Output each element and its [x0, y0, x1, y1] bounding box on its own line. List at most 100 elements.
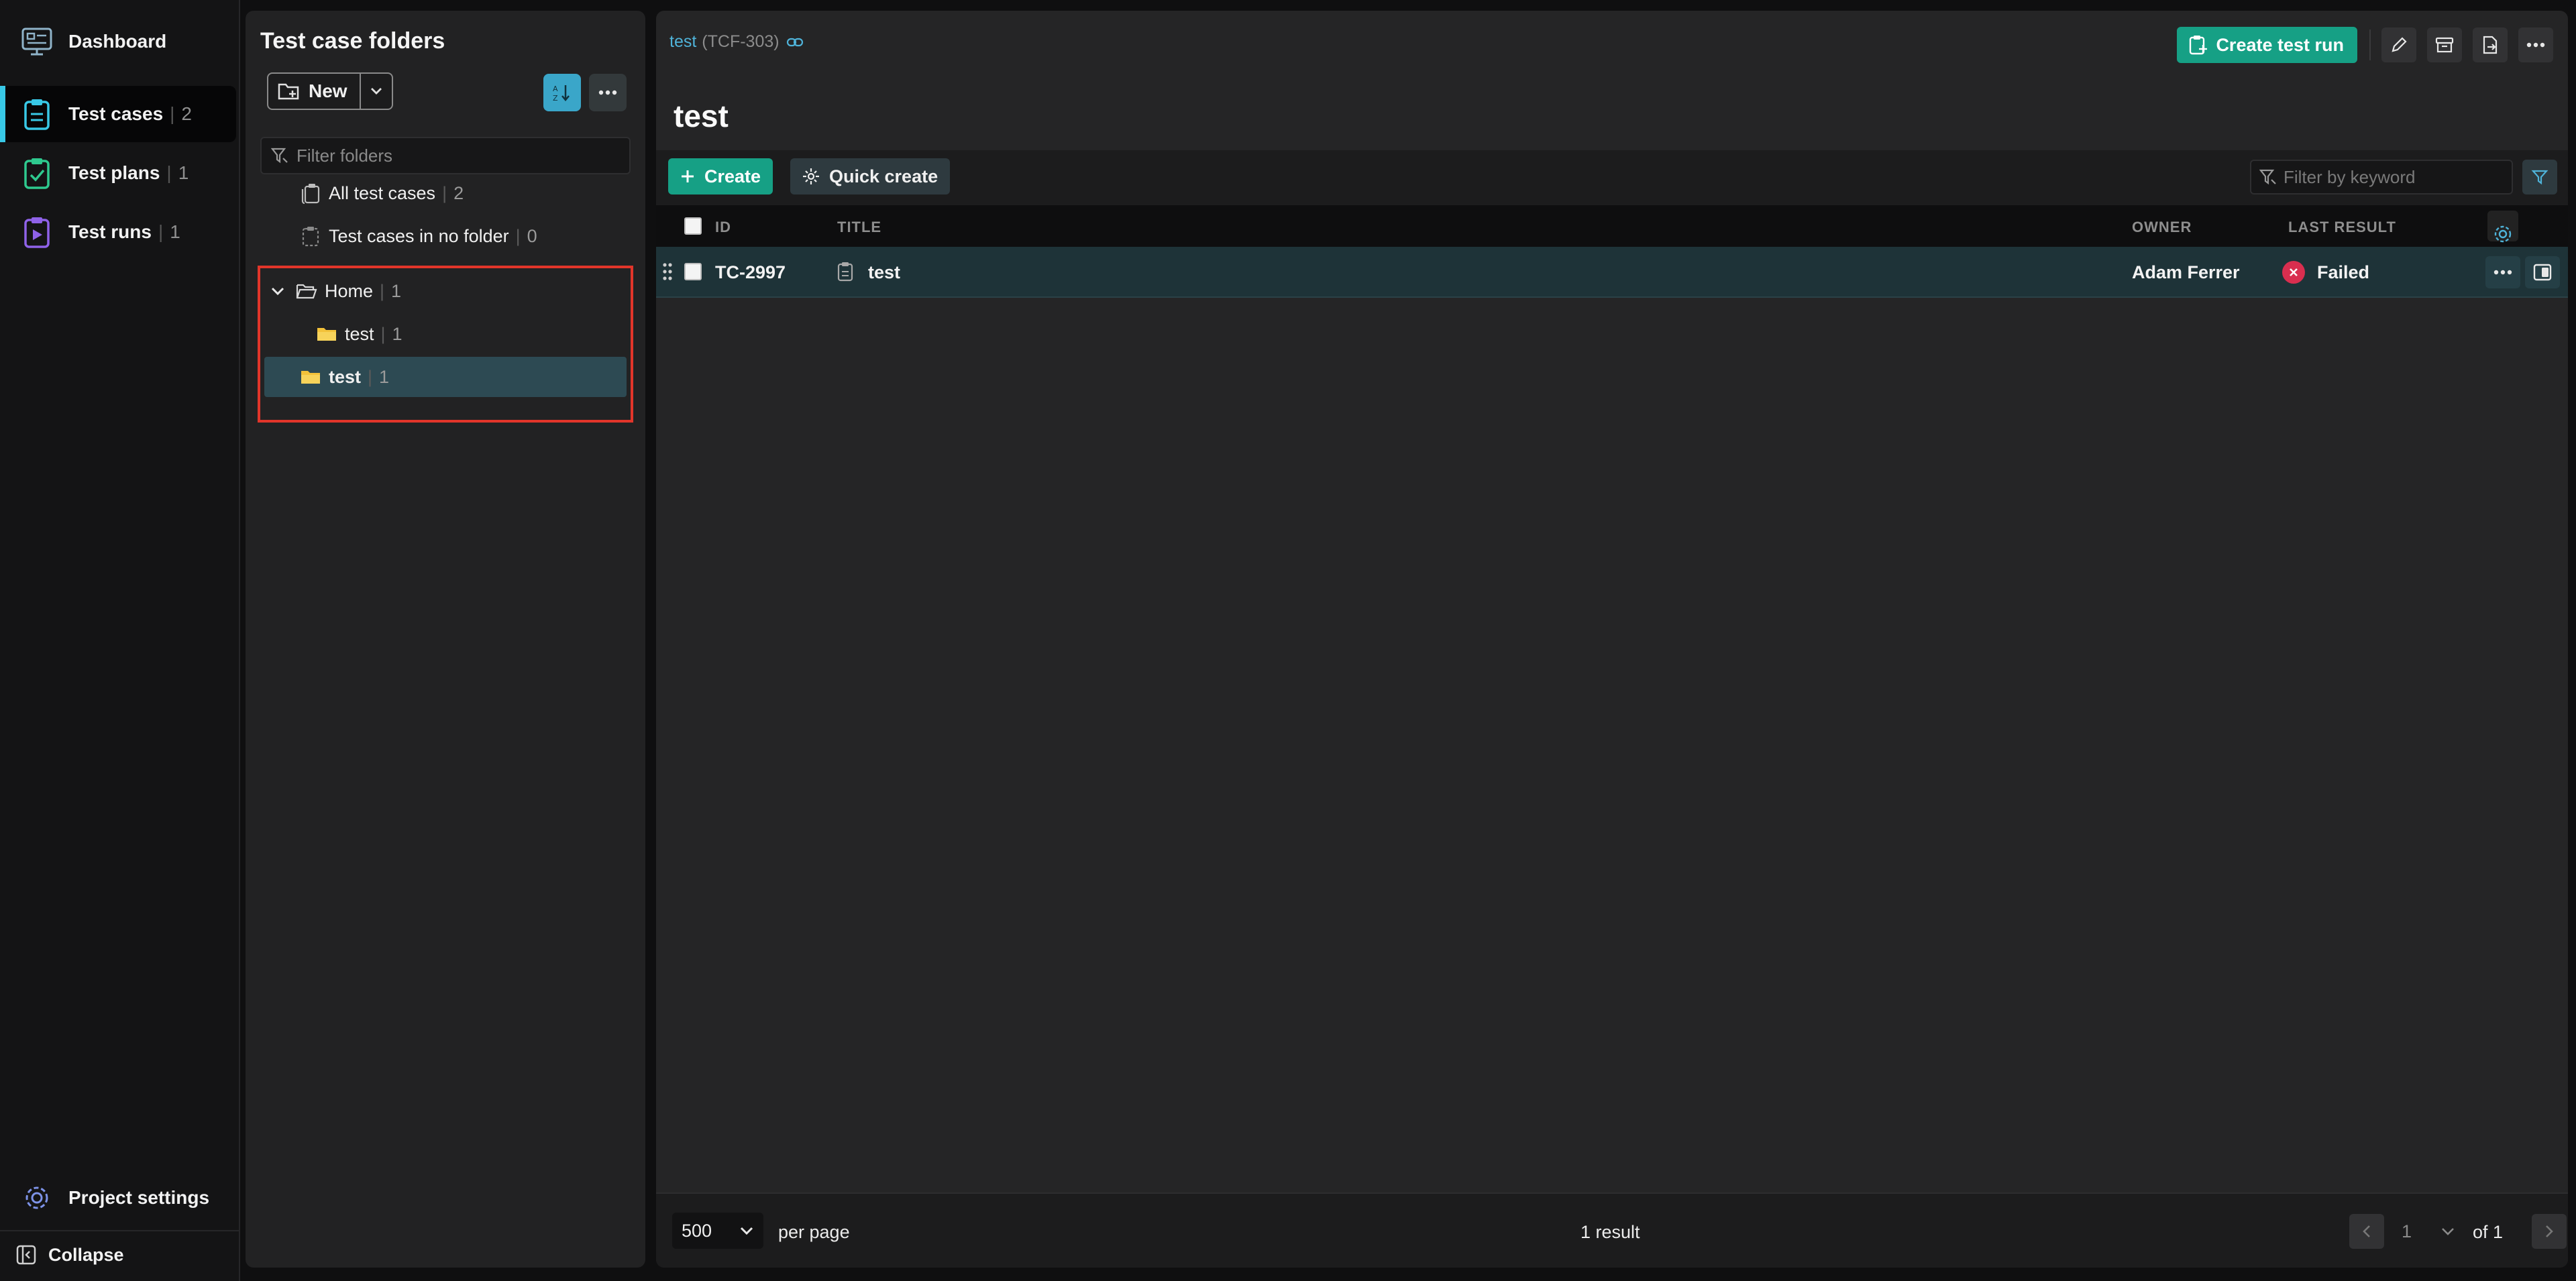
- row-more-button[interactable]: [2485, 256, 2520, 288]
- stack-icon: [299, 182, 322, 205]
- table-row[interactable]: TC-2997 test Adam Ferrer Failed: [656, 247, 2568, 298]
- collapse-button[interactable]: Collapse: [0, 1229, 236, 1281]
- folder-plus-icon: [278, 82, 301, 101]
- archive-folder-button[interactable]: [2427, 27, 2462, 62]
- highlight-box: [258, 266, 633, 423]
- sort-icon: AZ: [552, 82, 572, 103]
- create-test-case-button[interactable]: Create: [668, 158, 773, 194]
- open-side-panel-button[interactable]: [2525, 256, 2560, 288]
- chevron-down-icon: [370, 87, 383, 96]
- select-all-checkbox[interactable]: [684, 217, 702, 235]
- per-page-label: per page: [778, 1222, 850, 1242]
- nav-project-settings[interactable]: Project settings: [0, 1170, 236, 1226]
- new-folder-dropdown[interactable]: [361, 74, 392, 109]
- table-header: ID TITLE OWNER LAST RESULT: [656, 205, 2568, 247]
- clipboard-icon: [837, 262, 853, 282]
- nav-dashboard-label: Dashboard: [68, 31, 167, 52]
- page-number: 1: [2402, 1221, 2412, 1241]
- nav-test-plans-label: Test plans: [68, 162, 160, 183]
- link-icon[interactable]: [786, 36, 804, 49]
- filter-folders-field: [260, 137, 631, 174]
- nav-test-cases-label: Test cases: [68, 103, 164, 124]
- table-settings-button[interactable]: [2487, 211, 2518, 244]
- folders-panel: Test case folders New AZ Filter folders …: [246, 11, 645, 1268]
- svg-text:A: A: [553, 85, 558, 93]
- nav-project-settings-label: Project settings: [68, 1187, 210, 1208]
- row-title[interactable]: test: [868, 262, 900, 283]
- new-folder-button[interactable]: New: [268, 74, 361, 109]
- column-header-owner[interactable]: OWNER: [2132, 219, 2192, 236]
- folder-no-folder[interactable]: Test cases in no folder | 0: [299, 216, 537, 256]
- row-id[interactable]: TC-2997: [715, 262, 786, 283]
- clipboard-play-icon: [20, 215, 54, 249]
- edit-folder-button[interactable]: [2381, 27, 2416, 62]
- nav-test-plans[interactable]: Test plans | 1: [0, 145, 236, 201]
- breadcrumb-folder-key: (TCF-303): [702, 32, 780, 51]
- plus-icon: [680, 169, 695, 184]
- row-checkbox[interactable]: [684, 263, 702, 280]
- chevron-left-icon: [2362, 1224, 2371, 1239]
- more-horizontal-icon: [598, 90, 617, 95]
- main-panel: test (TCF-303) Create test run test Crea…: [656, 11, 2568, 1268]
- nav-test-plans-count: 1: [178, 162, 189, 183]
- no-folder-label: Test cases in no folder: [329, 225, 509, 246]
- table-toolbar: Create Quick create: [656, 150, 2568, 205]
- next-page-button[interactable]: [2532, 1214, 2567, 1249]
- filter-icon: [2259, 168, 2277, 186]
- chevron-down-icon: [2440, 1227, 2455, 1236]
- all-test-cases-count: 2: [453, 182, 464, 203]
- more-horizontal-icon: [2493, 270, 2512, 275]
- folder-all-test-cases[interactable]: All test cases | 2: [299, 173, 464, 213]
- nav-test-runs-label: Test runs: [68, 221, 152, 242]
- folders-more-button[interactable]: [589, 74, 627, 111]
- quick-create-button[interactable]: Quick create: [790, 158, 951, 194]
- file-export-icon: [2481, 36, 2499, 54]
- new-folder-label: New: [309, 80, 347, 101]
- quick-create-label: Quick create: [829, 166, 938, 186]
- divider: [2369, 30, 2371, 60]
- gear-icon: [2493, 224, 2513, 244]
- keyword-filter-input[interactable]: [2284, 166, 2505, 188]
- create-label: Create: [704, 166, 761, 186]
- per-page-value: 500: [682, 1220, 712, 1241]
- main-more-button[interactable]: [2518, 27, 2553, 62]
- archive-icon: [2435, 36, 2454, 54]
- clipboard-dashed-icon: [299, 225, 322, 247]
- create-test-run-button[interactable]: Create test run: [2177, 27, 2357, 63]
- collapse-icon: [15, 1243, 38, 1266]
- dashboard-icon: [20, 25, 54, 58]
- clipboard-plus-icon: [2189, 35, 2208, 55]
- gear-icon: [20, 1181, 54, 1215]
- collapse-label: Collapse: [48, 1244, 124, 1265]
- nav-test-cases[interactable]: Test cases | 2: [0, 86, 236, 142]
- breadcrumb: test (TCF-303): [669, 32, 804, 52]
- page-select[interactable]: 1: [2396, 1214, 2461, 1249]
- more-horizontal-icon: [2526, 42, 2545, 48]
- top-actions: Create test run: [2177, 27, 2553, 63]
- failed-status-icon: [2282, 261, 2305, 284]
- nav-test-runs[interactable]: Test runs | 1: [0, 204, 236, 260]
- clipboard-check-icon: [20, 156, 54, 190]
- clipboard-icon: [20, 97, 54, 131]
- row-owner: Adam Ferrer: [2132, 262, 2240, 282]
- funnel-icon: [2531, 168, 2548, 186]
- side-panel-icon: [2533, 264, 2552, 281]
- chevron-down-icon: [739, 1226, 754, 1235]
- drag-handle-icon[interactable]: [661, 262, 674, 282]
- previous-page-button[interactable]: [2349, 1214, 2384, 1249]
- breadcrumb-folder-link[interactable]: test: [669, 32, 696, 52]
- row-last-result: Failed: [2317, 262, 2370, 282]
- column-header-id[interactable]: ID: [715, 219, 731, 236]
- keyword-filter-field: [2250, 160, 2513, 194]
- export-button[interactable]: [2473, 27, 2508, 62]
- pencil-icon: [2390, 36, 2408, 54]
- column-header-last-result[interactable]: LAST RESULT: [2288, 219, 2396, 236]
- nav-dashboard[interactable]: Dashboard: [0, 13, 236, 70]
- column-header-title[interactable]: TITLE: [837, 219, 881, 236]
- per-page-select[interactable]: 500: [672, 1213, 763, 1249]
- svg-text:Z: Z: [553, 94, 558, 103]
- all-test-cases-label: All test cases: [329, 182, 436, 203]
- filter-folders-input[interactable]: [297, 145, 619, 166]
- advanced-filter-button[interactable]: [2522, 160, 2557, 194]
- sort-folders-button[interactable]: AZ: [543, 74, 581, 111]
